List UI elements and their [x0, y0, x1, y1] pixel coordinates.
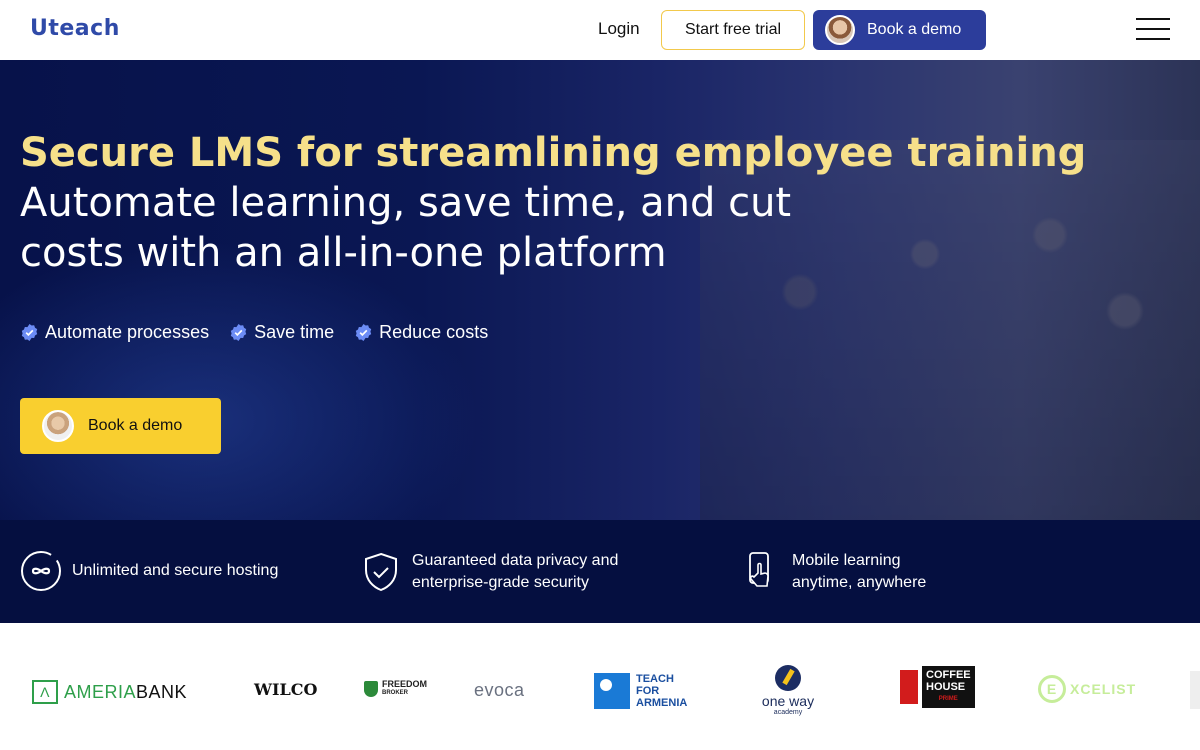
benefit-label: Save time — [254, 322, 335, 342]
site-header: Uteach Login Start free trial Book a dem… — [0, 0, 1200, 60]
benefit-label: Automate processes — [45, 322, 210, 342]
oneway-disc-icon — [775, 664, 801, 691]
wilco-logo: WILCO — [254, 680, 318, 699]
evoca-logo: evoca — [474, 680, 525, 700]
uteach-logo[interactable]: Uteach — [30, 16, 120, 41]
xcelist-logo: E XCELIST — [1038, 675, 1136, 703]
mobile-touch-icon — [749, 552, 769, 587]
hero-subtitle: Automate learning, save time, and cut co… — [20, 180, 792, 276]
hero-title: Secure LMS for streamlining employee tra… — [20, 130, 1087, 176]
avatar — [825, 15, 855, 45]
coffee-house-logo: COFFEE HOUSE PRIME — [900, 666, 975, 708]
benefit-item: Save time — [229, 322, 334, 343]
xcelist-mark-icon: E — [1038, 675, 1066, 703]
book-demo-header-label: Book a demo — [867, 21, 962, 38]
login-link[interactable]: Login — [598, 19, 640, 39]
verified-check-icon — [230, 323, 247, 342]
tfa-mark-icon — [594, 673, 630, 709]
feature-line: Mobile learning — [792, 552, 901, 569]
feature-line: anytime, anywhere — [792, 574, 927, 591]
book-demo-hero-button[interactable]: Book a demo — [20, 398, 221, 454]
infinity-hosting-icon — [21, 551, 61, 591]
avatar — [42, 410, 74, 442]
freedom-broker-logo: FREEDOM BROKER — [364, 680, 427, 698]
book-demo-header-button[interactable]: Book a demo — [813, 10, 986, 50]
benefit-label: Reduce costs — [379, 322, 489, 342]
shield-check-icon — [365, 552, 397, 592]
feature-mobile: Mobile learning anytime, anywhere — [740, 550, 926, 594]
menu-icon[interactable] — [1136, 18, 1170, 42]
feature-hosting: Unlimited and secure hosting — [20, 550, 278, 592]
client-logos: Λ AMERIA BANK WILCO FREEDOM BROKER evoca T… — [0, 623, 1200, 750]
feature-text: Guaranteed data privacy and enterprise-g… — [412, 550, 618, 594]
one-way-academy-logo: one way academy — [748, 660, 828, 720]
feature-line: Unlimited and secure hosting — [72, 562, 279, 579]
verified-check-icon — [21, 323, 38, 342]
freedom-shield-icon — [364, 681, 378, 697]
teach-for-armenia-logo: TEACH FOR ARMENIA — [594, 673, 687, 709]
benefit-item: Automate processes — [20, 322, 209, 343]
ameria-mark-icon: Λ — [32, 680, 58, 704]
feature-text: Unlimited and secure hosting — [72, 560, 278, 582]
verified-check-icon — [355, 323, 372, 342]
book-demo-hero-label: Book a demo — [88, 417, 183, 434]
hero-benefits: Automate processes Save time Reduce cost… — [20, 322, 488, 343]
hero-glow — [0, 240, 480, 520]
benefit-item: Reduce costs — [354, 322, 488, 343]
hero-section: Secure LMS for streamlining employee tra… — [0, 60, 1200, 520]
feature-line: Guaranteed data privacy and — [412, 552, 619, 569]
feature-text: Mobile learning anytime, anywhere — [792, 550, 926, 594]
feature-line: enterprise-grade security — [412, 574, 589, 591]
ameriabank-logo: Λ AMERIA BANK — [32, 680, 187, 704]
feature-security: Guaranteed data privacy and enterprise-g… — [360, 550, 618, 594]
carousel-edge — [1190, 671, 1200, 709]
coffee-cup-icon — [900, 670, 918, 704]
start-free-trial-button[interactable]: Start free trial — [661, 10, 805, 50]
features-band: Unlimited and secure hosting Guaranteed … — [0, 520, 1200, 623]
